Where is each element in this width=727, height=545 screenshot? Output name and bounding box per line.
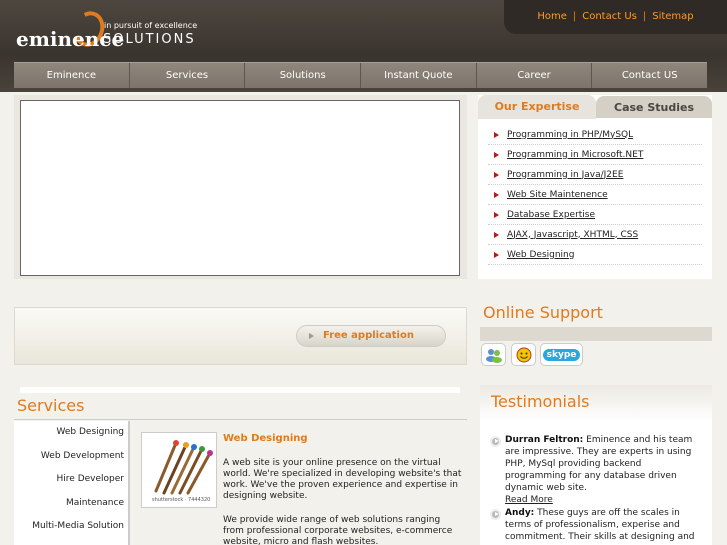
service-thumbnail: shutterstock · 7444320 <box>141 432 217 508</box>
testimonials-title: Testimonials <box>491 392 590 411</box>
online-support-title: Online Support <box>483 303 603 322</box>
testimonial-text: These guys are off the scales in terms o… <box>505 508 695 542</box>
expertise-link[interactable]: Programming in Microsoft.NET <box>507 150 643 160</box>
arrow-icon <box>494 131 499 138</box>
service-item-maintenance[interactable]: Maintenance <box>14 492 128 516</box>
play-icon <box>309 333 314 339</box>
service-item-web-development[interactable]: Web Development <box>14 445 128 469</box>
expertise-link[interactable]: Programming in PHP/MySQL <box>507 130 633 140</box>
top-links: Home | Contact Us | Sitemap <box>504 0 727 34</box>
services-menu: Web Designing Web Development Hire Devel… <box>14 421 130 545</box>
nav-item-solutions[interactable]: Solutions <box>245 63 362 88</box>
services-top-line <box>20 387 460 393</box>
arrow-circle-icon <box>490 509 501 520</box>
expertise-link[interactable]: Programming in Java/J2EE <box>507 170 623 180</box>
nav-item-eminence[interactable]: Eminence <box>14 63 130 88</box>
arrow-icon <box>494 171 499 178</box>
free-application-button[interactable]: Free application <box>296 325 446 347</box>
service-heading: Web Designing <box>223 433 308 444</box>
nav-item-career[interactable]: Career <box>476 63 593 88</box>
arrow-icon <box>494 231 499 238</box>
testimonial-item: Andy: These guys are off the scales in t… <box>505 507 705 543</box>
list-item: Web Site Maintenence <box>488 185 702 205</box>
brushes-image <box>142 433 216 497</box>
main-nav: Eminence Services Solutions Instant Quot… <box>14 62 708 88</box>
expertise-link[interactable]: Web Site Maintenence <box>507 190 608 200</box>
services-title: Services <box>17 396 85 415</box>
list-item: AJAX, Javascript, XHTML, CSS <box>488 225 702 245</box>
tab-our-expertise[interactable]: Our Expertise <box>478 95 596 119</box>
testimonial-item: Durran Feltron: Eminence and his team ar… <box>505 434 705 506</box>
banner-frame <box>14 95 467 279</box>
link-separator: | <box>642 11 647 22</box>
expertise-link[interactable]: Database Expertise <box>507 210 595 220</box>
service-item-hire-developer[interactable]: Hire Developer <box>14 468 128 492</box>
list-item: Programming in Java/J2EE <box>488 165 702 185</box>
company-logo[interactable]: eminence in pursuit of excellence SOLUTI… <box>16 6 206 52</box>
contact-us-link[interactable]: Contact Us <box>582 11 637 22</box>
skype-label: skype <box>542 348 581 361</box>
service-paragraph-1: A web site is your online presence on th… <box>223 458 462 501</box>
skype-icon[interactable]: skype <box>540 343 583 366</box>
testimonial-name: Andy: <box>505 508 535 518</box>
service-item-multimedia[interactable]: Multi-Media Solution <box>14 515 128 539</box>
logo-suffix: SOLUTIONS <box>103 32 196 47</box>
link-separator: | <box>572 11 577 22</box>
arrow-icon <box>494 191 499 198</box>
arrow-icon <box>494 211 499 218</box>
list-item: Web Designing <box>488 245 702 265</box>
arrow-circle-icon <box>490 436 501 447</box>
home-link[interactable]: Home <box>537 11 567 22</box>
expertise-link[interactable]: AJAX, Javascript, XHTML, CSS <box>507 230 638 240</box>
expertise-list: Programming in PHP/MySQL Programming in … <box>488 125 702 265</box>
free-application-label: Free application <box>323 330 414 341</box>
arrow-icon <box>494 151 499 158</box>
nav-item-services[interactable]: Services <box>129 63 246 88</box>
arrow-icon <box>494 251 499 258</box>
yahoo-icon[interactable] <box>511 343 536 366</box>
service-item-web-designing[interactable]: Web Designing <box>14 421 128 445</box>
list-item: Database Expertise <box>488 205 702 225</box>
support-divider <box>480 327 712 341</box>
msn-icon[interactable] <box>481 343 506 366</box>
read-more-link[interactable]: Read More <box>505 495 553 505</box>
tab-case-studies[interactable]: Case Studies <box>596 96 712 118</box>
nav-item-instant-quote[interactable]: Instant Quote <box>361 63 477 88</box>
services-divider <box>14 419 467 420</box>
thumbnail-caption: shutterstock · 7444320 <box>152 497 211 503</box>
service-paragraph-2: We provide wide range of web solutions r… <box>223 515 453 545</box>
banner-area <box>20 100 460 276</box>
list-item: Programming in Microsoft.NET <box>488 145 702 165</box>
testimonial-name: Durran Feltron: <box>505 435 584 445</box>
expertise-link[interactable]: Web Designing <box>507 250 574 260</box>
logo-tagline: in pursuit of excellence <box>104 21 198 30</box>
list-item: Programming in PHP/MySQL <box>488 125 702 145</box>
nav-item-contact-us[interactable]: Contact US <box>592 63 708 88</box>
expertise-panel: Our Expertise Case Studies Programming i… <box>478 95 712 279</box>
site-header: eminence in pursuit of excellence SOLUTI… <box>0 0 727 92</box>
sitemap-link[interactable]: Sitemap <box>652 11 693 22</box>
